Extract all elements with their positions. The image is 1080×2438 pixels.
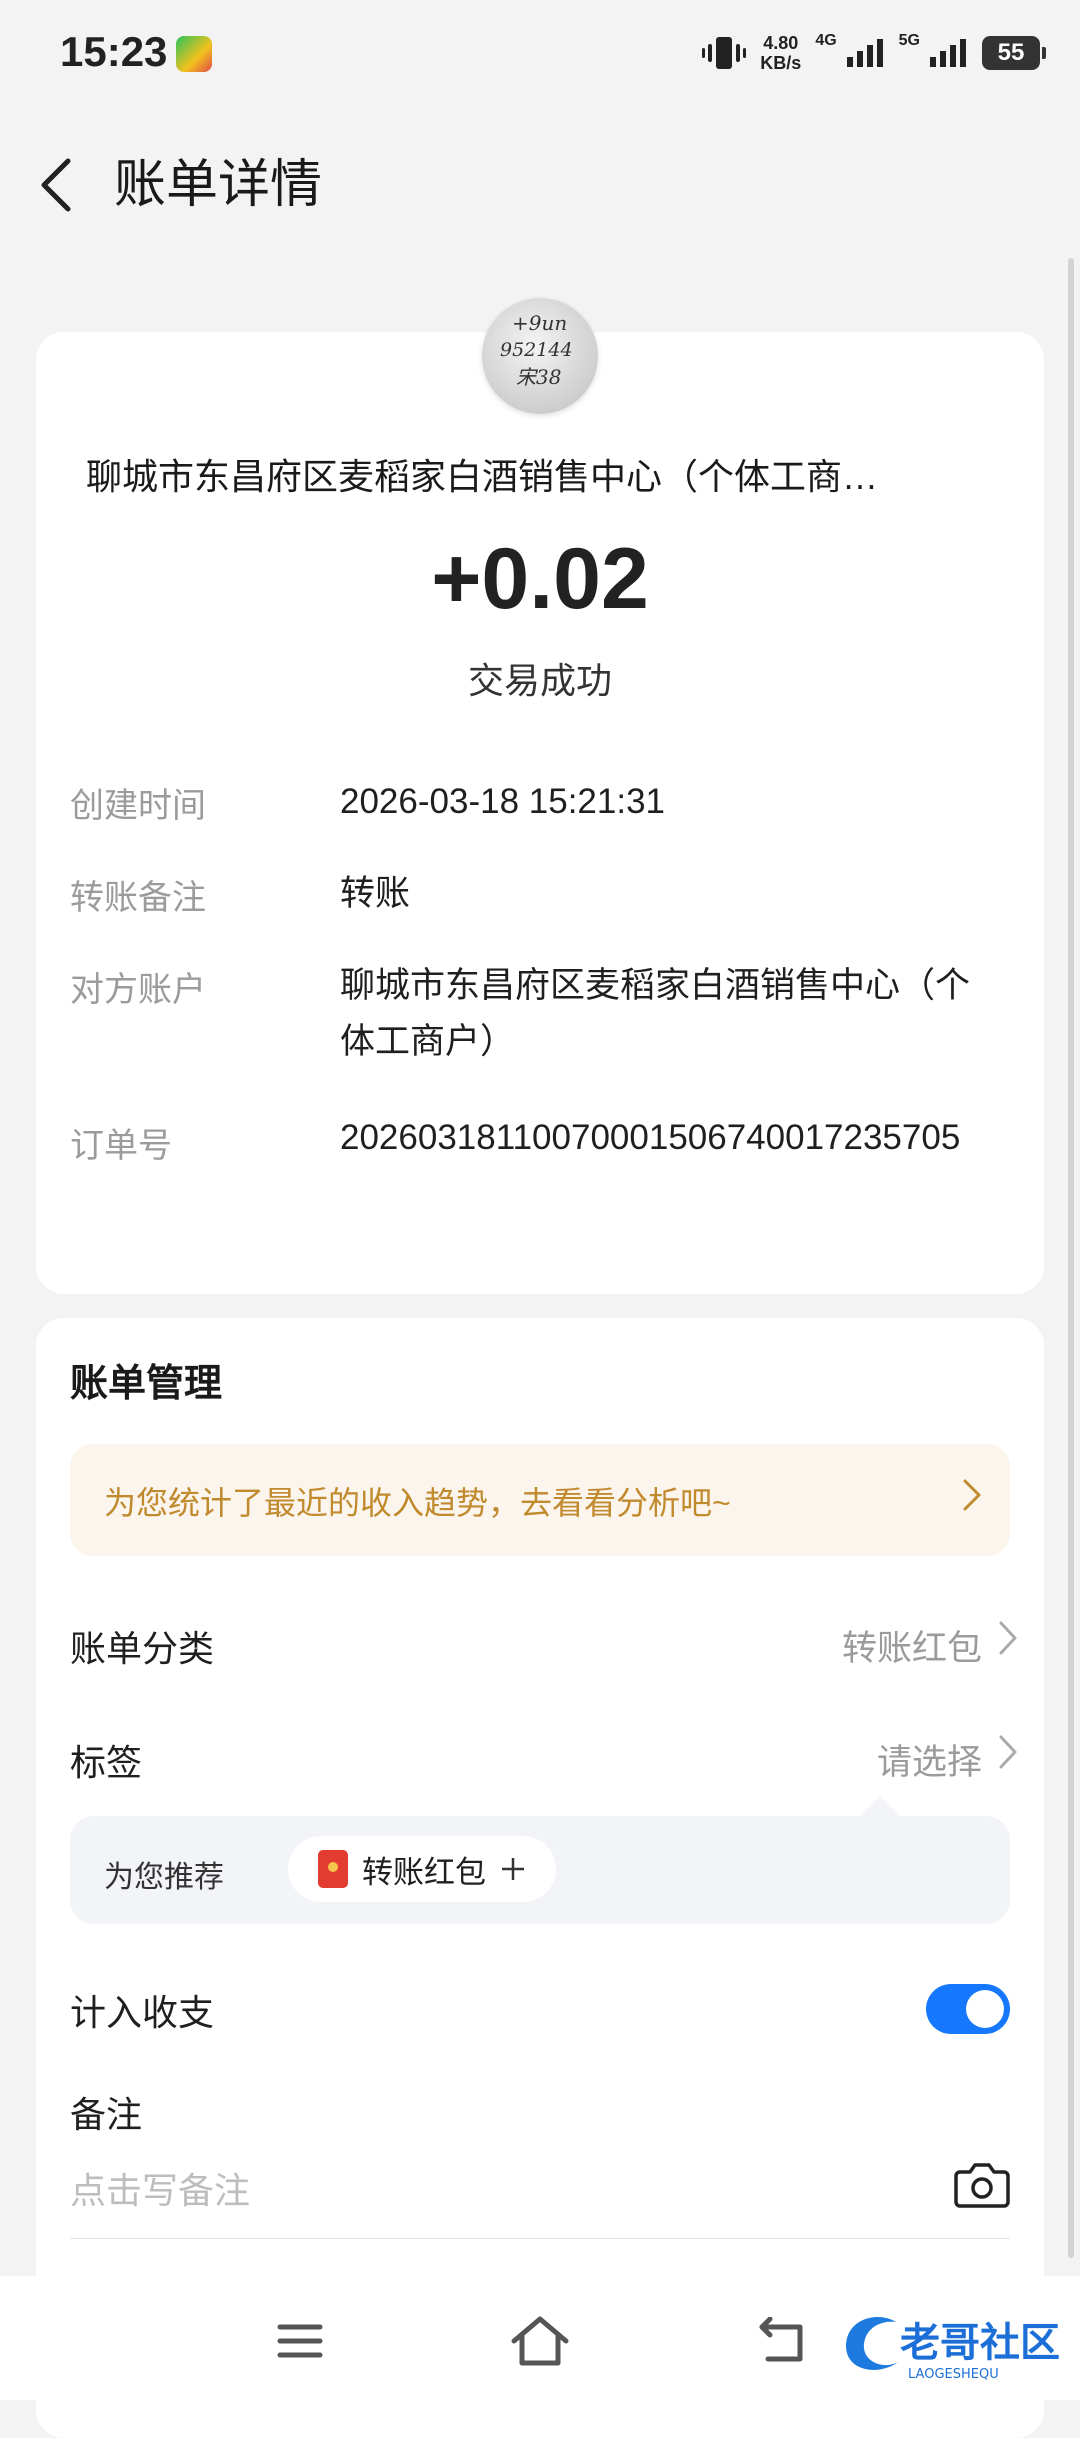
transfer-note-value: 转账 — [340, 874, 411, 913]
note-label: 备注 — [70, 2094, 143, 2135]
bill-management-title: 账单管理 — [70, 1363, 223, 1405]
merchant-avatar: +9un 952144 宋38 — [482, 298, 598, 414]
menu-icon — [277, 2324, 323, 2358]
bill-category-value[interactable]: 转账红包 — [842, 1620, 982, 1671]
network-speed: 4.80 KB/s — [760, 33, 802, 73]
divider — [70, 2238, 1010, 2239]
order-number-value[interactable]: 20260318110070001506740017235705 — [340, 1110, 1000, 1166]
created-time-value: 2026-03-18 15:21:31 — [340, 782, 665, 821]
income-analysis-banner[interactable]: 为您统计了最近的收入趋势，去看看分析吧~ — [70, 1444, 1010, 1556]
dragon-logo-icon: 老哥社区 LAOGESHEQU — [846, 2316, 1060, 2382]
svg-text:宋38: 宋38 — [516, 365, 561, 389]
chevron-right-icon[interactable] — [998, 1620, 1018, 1666]
back-nav-button[interactable] — [740, 2306, 820, 2376]
signal-icon — [930, 39, 966, 67]
status-icons: 4.80 KB/s 4G 5G 55 — [702, 28, 1046, 78]
signal-4g-label: 4G — [815, 32, 837, 49]
include-in-stats-label: 计入收支 — [70, 1992, 215, 2033]
recommend-label: 为您推荐 — [104, 1861, 224, 1894]
transfer-note-label: 转账备注 — [70, 879, 206, 917]
transaction-status: 交易成功 — [467, 660, 612, 701]
camera-button[interactable] — [954, 2160, 1010, 2210]
back-button[interactable] — [30, 150, 80, 220]
battery-icon: 55 — [982, 36, 1046, 70]
svg-text:952144: 952144 — [500, 339, 573, 361]
bill-category-label: 账单分类 — [70, 1628, 215, 1669]
tag-select[interactable]: 请选择 — [877, 1734, 982, 1785]
toggle-knob — [966, 1990, 1004, 2028]
tag-recommendation-box: 为您推荐 转账红包 — [70, 1816, 1010, 1924]
svg-text:老哥社区: 老哥社区 — [900, 2320, 1060, 2366]
camera-icon — [954, 2163, 1010, 2208]
vibrate-icon — [702, 37, 747, 69]
chevron-left-icon — [41, 158, 71, 212]
handwriting-image: +9un 952144 宋38 — [500, 311, 573, 389]
transaction-amount: +0.02 — [431, 531, 649, 627]
plus-icon — [502, 1858, 524, 1880]
home-button[interactable] — [500, 2306, 580, 2376]
chevron-right-icon[interactable] — [998, 1734, 1018, 1780]
counterparty-label: 对方账户 — [70, 971, 206, 1009]
tag-label: 标签 — [70, 1742, 143, 1783]
status-time: 15:23 — [60, 28, 168, 75]
red-packet-icon — [318, 1850, 348, 1888]
app-notification-icon — [176, 36, 212, 72]
merchant-name: 聊城市东昌府区麦稻家白酒销售中心（个体工商… — [86, 456, 879, 497]
created-time-label: 创建时间 — [70, 787, 206, 825]
home-icon — [511, 2316, 569, 2366]
include-in-stats-toggle[interactable] — [926, 1984, 1010, 2034]
page-title: 账单详情 — [114, 156, 323, 214]
order-number-label: 订单号 — [70, 1127, 172, 1165]
signal-5g-label: 5G — [898, 32, 920, 49]
svg-text:+9un: +9un — [512, 311, 567, 335]
recommended-tag-chip[interactable]: 转账红包 — [288, 1836, 556, 1902]
counterparty-value: 聊城市东昌府区麦稻家白酒销售中心（个体工商户） — [340, 966, 971, 1061]
menu-button[interactable] — [260, 2306, 340, 2376]
signal-icon — [846, 39, 883, 67]
svg-text:LAOGESHEQU: LAOGESHEQU — [908, 2367, 999, 2382]
banner-text: 为您统计了最近的收入趋势，去看看分析吧~ — [104, 1485, 731, 1521]
recommended-tag-label: 转账红包 — [362, 1854, 486, 1890]
recommend-pointer — [858, 1796, 902, 1818]
watermark-logo: 老哥社区 LAOGESHEQU — [836, 2300, 1066, 2386]
back-arrow-icon — [759, 2317, 803, 2362]
chevron-right-icon — [962, 1478, 982, 1521]
note-input[interactable]: 点击写备注 — [70, 2162, 250, 2214]
